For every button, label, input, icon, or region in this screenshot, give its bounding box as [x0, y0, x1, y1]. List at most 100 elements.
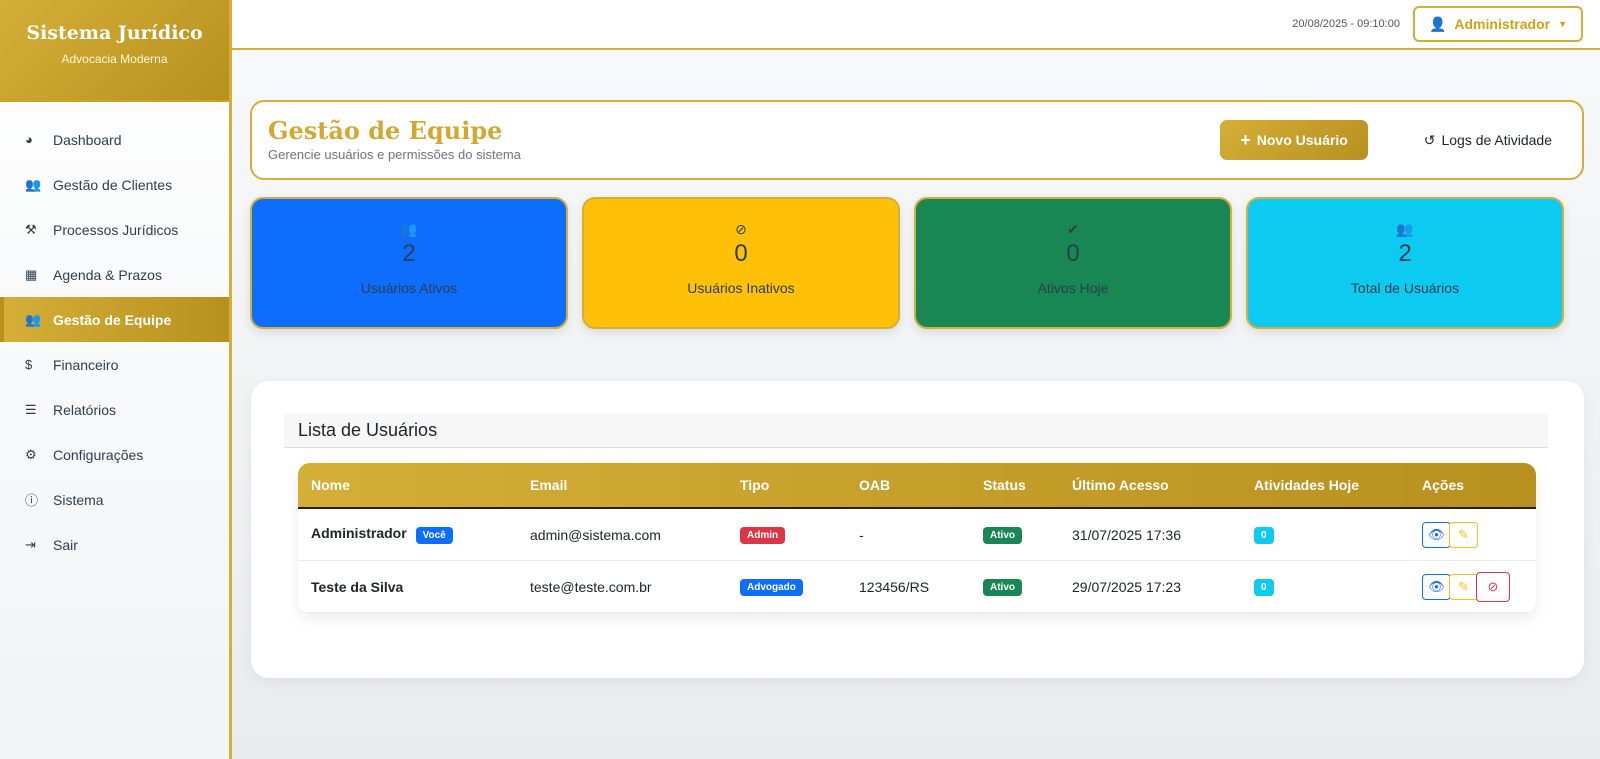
sidebar-item-label: Sair [53, 536, 78, 553]
datetime: 20/08/2025 - 09:10:00 [1292, 18, 1400, 30]
last-access: 31/07/2025 17:36 [1072, 526, 1181, 543]
sidebar-item-sistema[interactable]: ⓘ Sistema [0, 477, 229, 522]
stat-card: 👥 2 Usuários Ativos [250, 197, 568, 329]
gavel-icon: ⚒ [25, 221, 37, 237]
status-badge: Ativo [983, 579, 1022, 596]
column-header[interactable]: OAB [846, 477, 970, 493]
user-menu-button[interactable]: 👤 Administrador ▼ [1412, 6, 1583, 42]
user-name: Teste da Silva [311, 578, 404, 595]
sidebar: Sistema Jurídico Advocacia Moderna ◕ Dash… [0, 0, 232, 759]
caret-down-icon: ▼ [1558, 19, 1567, 29]
user-friends-icon: 👥 [25, 311, 42, 327]
sidebar-item-label: Sistema [53, 491, 104, 508]
column-header[interactable]: Ações [1409, 477, 1536, 493]
deactivate-button[interactable]: ⊘ [1476, 571, 1510, 602]
edit-button[interactable]: ✎ [1449, 573, 1478, 600]
last-access: 29/07/2025 17:23 [1072, 578, 1181, 595]
column-header[interactable]: Email [517, 477, 727, 493]
user-oab: - [859, 526, 864, 543]
user-icon: 👤 [1428, 15, 1447, 32]
calendar-icon: ▦ [25, 266, 38, 282]
type-badge: Admin [740, 527, 786, 544]
view-button[interactable]: 👁 [1422, 521, 1451, 548]
sidebar-item-financeiro[interactable]: $ Financeiro [0, 342, 229, 387]
stat-label: Usuários Inativos [687, 280, 795, 296]
user-oab: 123456/RS [859, 578, 930, 595]
table-row: Teste da Silva teste@teste.com.br Advoga… [298, 561, 1536, 613]
dollar-icon: $ [25, 357, 33, 372]
user-email: admin@sistema.com [530, 526, 661, 543]
sidebar-item-label: Configurações [53, 446, 144, 463]
sidebar-item-gestao-de-clientes[interactable]: 👥 Gestão de Clientes [0, 162, 229, 207]
activity-logs-button[interactable]: ↺ Logs de Atividade [1424, 120, 1552, 160]
stat-value: 0 [734, 240, 748, 267]
stat-icon: 👥 [1396, 221, 1414, 237]
view-button[interactable]: 👁 [1422, 573, 1451, 600]
sidebar-item-label: Processos Jurídicos [53, 221, 179, 238]
column-header[interactable]: Status [970, 477, 1059, 493]
sidebar-item-label: Agenda & Prazos [53, 266, 162, 283]
table-row: Administrador Você admin@sistema.com Adm… [298, 509, 1536, 561]
stat-label: Total de Usuários [1350, 280, 1460, 296]
sidebar-item-label: Gestão de Equipe [53, 311, 172, 328]
sidebar-item-relatorios[interactable]: ☰ Relatórios [0, 387, 229, 432]
brand-title: Sistema Jurídico [26, 22, 203, 44]
stat-card: ✔ 0 Ativos Hoje [914, 197, 1232, 329]
column-header[interactable]: Nome [298, 477, 517, 493]
gear-icon: ⚙ [25, 446, 37, 462]
gauge-icon: ◕ [25, 132, 33, 147]
stat-icon: 👥 [400, 221, 418, 237]
sidebar-item-label: Gestão de Clientes [53, 176, 173, 193]
stat-value: 2 [402, 240, 416, 267]
chart-icon: ☰ [25, 401, 37, 417]
activities-badge: 0 [1254, 527, 1274, 544]
edit-button[interactable]: ✎ [1449, 521, 1478, 548]
sidebar-item-dashboard[interactable]: ◕ Dashboard [0, 117, 229, 162]
new-user-label: Novo Usuário [1256, 132, 1348, 148]
page-title: Gestão de Equipe [268, 116, 503, 145]
sidebar-item-processos-juridicos[interactable]: ⚒ Processos Jurídicos [0, 207, 229, 252]
sidebar-item-label: Financeiro [53, 356, 119, 373]
you-badge: Você [415, 527, 453, 544]
column-header[interactable]: Atividades Hoje [1241, 477, 1409, 493]
stat-icon: ⊘ [735, 221, 747, 237]
user-list-title: Lista de Usuários [284, 414, 1548, 448]
users-table: Nome Email Tipo OAB Status Último Acesso Ativi… [298, 463, 1536, 613]
sidebar-item-label: Relatórios [53, 401, 117, 418]
user-name: Administrador [1454, 16, 1551, 32]
plus-icon: + [1240, 129, 1251, 150]
page-header: Gestão de Equipe Gerencie usuários e per… [250, 100, 1584, 180]
stat-icon: ✔ [1067, 221, 1079, 237]
type-badge: Advogado [740, 579, 803, 596]
info-icon: ⓘ [25, 493, 39, 508]
user-email: teste@teste.com.br [530, 578, 652, 595]
column-header[interactable]: Último Acesso [1059, 477, 1241, 493]
sidebar-nav: ◕ Dashboard 👥 Gestão de Clientes ⚒ Processos … [0, 117, 229, 567]
stat-card: ⊘ 0 Usuários Inativos [582, 197, 900, 329]
stat-card: 👥 2 Total de Usuários [1246, 197, 1564, 329]
sidebar-item-configuracoes[interactable]: ⚙ Configurações [0, 432, 229, 477]
sidebar-item-label: Dashboard [53, 131, 122, 148]
brand-subtitle: Advocacia Moderna [61, 52, 168, 66]
brand: Sistema Jurídico Advocacia Moderna [0, 0, 229, 102]
stat-label: Usuários Ativos [360, 280, 458, 296]
table-header: Nome Email Tipo OAB Status Último Acesso Ativi… [298, 463, 1536, 509]
new-user-button[interactable]: + Novo Usuário [1220, 120, 1368, 160]
stat-label: Ativos Hoje [1037, 280, 1109, 296]
status-badge: Ativo [983, 527, 1022, 544]
sidebar-item-sair[interactable]: ⇥ Sair [0, 522, 229, 567]
users-icon: 👥 [25, 176, 42, 192]
topbar: 20/08/2025 - 09:10:00 👤 Administrador ▼ [232, 0, 1600, 50]
user-name: Administrador [311, 525, 407, 541]
stat-value: 2 [1398, 240, 1412, 267]
stat-value: 0 [1066, 240, 1080, 267]
page-subtitle: Gerencie usuários e permissões do sistem… [268, 147, 521, 162]
activities-badge: 0 [1254, 579, 1274, 596]
history-icon: ↺ [1423, 131, 1436, 148]
sidebar-item-gestao-de-equipe[interactable]: 👥 Gestão de Equipe [0, 297, 229, 342]
user-list-panel: Lista de Usuários Nome Email Tipo OAB Status… [251, 381, 1584, 678]
activity-logs-label: Logs de Atividade [1441, 132, 1552, 148]
sidebar-item-agenda-prazos[interactable]: ▦ Agenda & Prazos [0, 252, 229, 297]
sign-out-icon: ⇥ [25, 536, 36, 552]
column-header[interactable]: Tipo [727, 477, 846, 493]
